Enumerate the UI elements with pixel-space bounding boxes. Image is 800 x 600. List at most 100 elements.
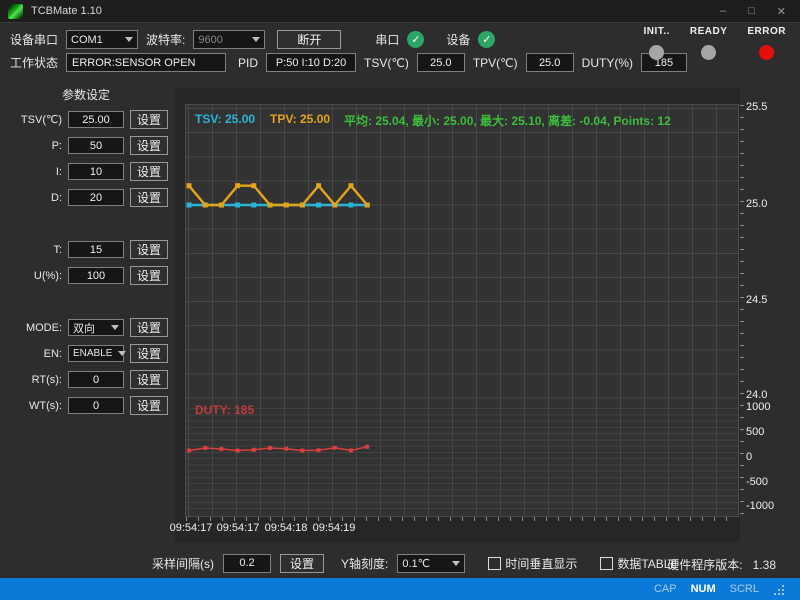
en-select-value: ENABLE <box>73 348 112 359</box>
indicator-ready: READY <box>690 26 728 60</box>
y-axis-tick-label: 25.5 <box>746 101 790 113</box>
i-param-label: I: <box>4 166 62 178</box>
time-vertical-label: 时间垂直显示 <box>505 555 577 572</box>
y-scale-select[interactable]: 0.1℃ <box>397 554 465 573</box>
plot-canvas <box>186 105 738 516</box>
param-row-i: I: 10 设置 <box>4 162 172 181</box>
param-row-mode: MODE: 双向 设置 <box>4 318 172 337</box>
time-vertical-checkbox-row: 时间垂直显示 <box>488 555 577 572</box>
mode-select[interactable]: 双向 <box>68 319 124 336</box>
window-title: TCBMate 1.10 <box>31 5 102 17</box>
y-scale-value: 0.1℃ <box>402 557 430 570</box>
indicator-init: INIT.. <box>644 26 670 60</box>
pid-field: P:50 I:10 D:20 <box>266 53 356 72</box>
com-port-select[interactable]: COM1 <box>66 30 138 49</box>
rt-param-label: RT(s): <box>4 374 62 386</box>
y-axis-tick-label: -500 <box>746 476 790 488</box>
chevron-down-icon <box>118 351 126 356</box>
status-indicators: INIT.. READY ERROR <box>644 26 786 60</box>
maximize-button[interactable]: □ <box>748 5 755 18</box>
sample-interval-set-button[interactable]: 设置 <box>280 554 324 573</box>
close-button[interactable]: ✕ <box>777 5 786 18</box>
sample-interval-input[interactable]: 0.2 <box>223 554 271 573</box>
device-status-label: 设备 <box>446 31 470 48</box>
rt-input[interactable]: 0 <box>68 371 124 388</box>
num-lock-indicator: NUM <box>691 583 716 595</box>
d-set-button[interactable]: 设置 <box>130 188 168 207</box>
sidebar-title: 参数设定 <box>0 86 172 103</box>
tpv-readonly-field: 25.0 <box>526 53 574 72</box>
caps-lock-indicator: CAP <box>654 583 677 595</box>
d-param-label: D: <box>4 192 62 204</box>
p-set-button[interactable]: 设置 <box>130 136 168 155</box>
pid-label: PID <box>238 56 258 70</box>
wt-input[interactable]: 0 <box>68 397 124 414</box>
indicator-init-dot <box>649 45 664 60</box>
serial-status-label: 串口 <box>375 31 399 48</box>
device-ok-check-icon: ✓ <box>478 31 495 48</box>
chart-panel: TSV: 25.00 TPV: 25.00 平均: 25.04, 最小: 25.… <box>175 88 740 542</box>
disconnect-button[interactable]: 断开 <box>277 30 341 49</box>
app-window: TCBMate 1.10 – □ ✕ 设备串口 COM1 波特率: 9600 断… <box>0 0 800 600</box>
y-scale-label: Y轴刻度: <box>341 555 388 572</box>
en-param-label: EN: <box>4 348 62 360</box>
duty-plot-readout: DUTY: 185 <box>195 403 254 417</box>
tsv-plot-readout: TSV: 25.00 <box>195 112 255 126</box>
x-axis-tick-label: 09:54:18 <box>261 522 311 534</box>
param-row-t: T: 15 设置 <box>4 240 172 259</box>
firmware-version: 硬件程序版本:1.38 <box>667 556 776 573</box>
x-axis-tick-label: 09:54:17 <box>166 522 216 534</box>
param-row-wt: WT(s): 0 设置 <box>4 396 172 415</box>
y-axis-tick-label: 24.0 <box>746 389 790 401</box>
y-axis-tick-label: 24.5 <box>746 294 790 306</box>
en-set-button[interactable]: 设置 <box>130 344 168 363</box>
wt-set-button[interactable]: 设置 <box>130 396 168 415</box>
i-set-button[interactable]: 设置 <box>130 162 168 181</box>
status-bar: CAP NUM SCRL <box>0 578 800 600</box>
u-set-button[interactable]: 设置 <box>130 266 168 285</box>
tsv-readonly-label: TSV(℃) <box>364 56 409 70</box>
d-input[interactable]: 20 <box>68 189 124 206</box>
device-port-label: 设备串口 <box>10 31 58 48</box>
tsv-param-label: TSV(℃) <box>4 113 62 126</box>
t-input[interactable]: 15 <box>68 241 124 258</box>
p-input[interactable]: 50 <box>68 137 124 154</box>
param-row-u: U(%): 100 设置 <box>4 266 172 285</box>
baud-rate-label: 波特率: <box>146 31 185 48</box>
t-param-label: T: <box>4 244 62 256</box>
mode-set-button[interactable]: 设置 <box>130 318 168 337</box>
chevron-down-icon <box>125 37 133 42</box>
en-select[interactable]: ENABLE <box>68 345 124 362</box>
baud-rate-value: 9600 <box>198 34 222 46</box>
param-row-rt: RT(s): 0 设置 <box>4 370 172 389</box>
tsv-input[interactable]: 25.00 <box>68 111 124 128</box>
y-axis-tick-label: 500 <box>746 426 790 438</box>
stats-plot-readout: 平均: 25.04, 最小: 25.00, 最大: 25.10, 离差: -0.… <box>344 112 671 129</box>
u-param-label: U(%): <box>4 270 62 282</box>
param-row-tsv: TSV(℃) 25.00 设置 <box>4 110 172 129</box>
u-input[interactable]: 100 <box>68 267 124 284</box>
indicator-ready-label: READY <box>690 26 728 37</box>
i-input[interactable]: 10 <box>68 163 124 180</box>
time-vertical-checkbox[interactable] <box>488 557 501 570</box>
work-status-field: ERROR:SENSOR OPEN <box>66 53 226 72</box>
firmware-version-label: 硬件程序版本: <box>667 558 742 572</box>
bottom-control-bar: 采样间隔(s) 0.2 设置 Y轴刻度: 0.1℃ 时间垂直显示 数据TABLE <box>152 551 679 575</box>
serial-ok-check-icon: ✓ <box>407 31 424 48</box>
com-port-value: COM1 <box>71 34 103 46</box>
param-row-p: P: 50 设置 <box>4 136 172 155</box>
t-set-button[interactable]: 设置 <box>130 240 168 259</box>
duty-readonly-label: DUTY(%) <box>582 56 633 70</box>
y-axis-tick-label: 25.0 <box>746 198 790 210</box>
minimize-button[interactable]: – <box>720 5 726 18</box>
resize-grip[interactable] <box>773 584 784 595</box>
rt-set-button[interactable]: 设置 <box>130 370 168 389</box>
param-row-d: D: 20 设置 <box>4 188 172 207</box>
x-axis-ticks <box>186 517 738 521</box>
data-table-checkbox[interactable] <box>600 557 613 570</box>
p-param-label: P: <box>4 140 62 152</box>
baud-rate-select[interactable]: 9600 <box>193 30 265 49</box>
indicator-init-label: INIT.. <box>644 26 670 37</box>
titlebar: TCBMate 1.10 – □ ✕ <box>0 0 800 22</box>
tsv-set-button[interactable]: 设置 <box>130 110 168 129</box>
